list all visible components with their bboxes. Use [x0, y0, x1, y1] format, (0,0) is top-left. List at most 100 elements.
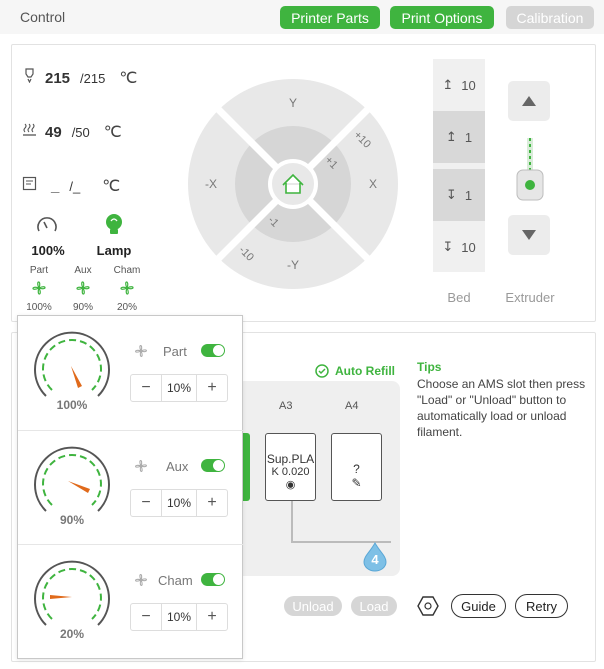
increment-button[interactable]: +: [197, 608, 227, 626]
load-button[interactable]: Load: [351, 596, 397, 616]
home-button[interactable]: [268, 159, 318, 209]
gauge-needle: [50, 595, 72, 599]
slot-a3-name: Sup.PLA: [266, 452, 315, 466]
ams-feed-line-vertical: [291, 501, 293, 543]
chamber-icon: [22, 176, 37, 195]
slot-a4-badge: A4: [345, 400, 358, 412]
triangle-down-icon: [522, 230, 536, 240]
jog-y-minus[interactable]: -Y: [287, 258, 299, 272]
fan-icon: [132, 342, 150, 365]
bed-step-column: ↥ 10 ↥ 1 ↧ 1 ↧ 10: [433, 59, 485, 272]
fan-summary-part-label: Part: [29, 265, 49, 276]
chamber-target[interactable]: /_: [69, 179, 80, 194]
bed-step-label: 1: [464, 129, 473, 145]
cham-fan-value[interactable]: 10%: [161, 604, 197, 630]
jog-x-plus[interactable]: X: [369, 177, 377, 191]
cham-fan-name: Cham: [158, 573, 193, 588]
decrement-button[interactable]: −: [131, 379, 161, 397]
bed-down-10-button[interactable]: ↧ 10: [433, 221, 485, 273]
part-fan-stepper[interactable]: − 10% +: [130, 374, 228, 402]
increment-button[interactable]: +: [197, 379, 227, 397]
chamber-current: _: [51, 178, 60, 195]
jog-y-plus[interactable]: Y: [289, 96, 297, 110]
eye-icon[interactable]: ◉: [266, 478, 315, 491]
extruder-down-button[interactable]: [508, 215, 550, 255]
extruder-up-button[interactable]: [508, 81, 550, 121]
speed-value: 100%: [31, 243, 65, 258]
triangle-up-icon: [522, 96, 536, 106]
fan-aux-icon[interactable]: [73, 278, 93, 303]
nozzle-icon: [22, 68, 37, 87]
part-fan-toggle[interactable]: [201, 344, 225, 357]
fan-summary-cham-value: 20%: [116, 302, 137, 313]
decrement-button[interactable]: −: [131, 608, 161, 626]
fan-part-icon[interactable]: [29, 278, 49, 303]
edit-icon[interactable]: ✎: [332, 476, 381, 490]
gauge-needle: [71, 366, 82, 388]
ams-settings-icon[interactable]: [415, 594, 441, 625]
decrement-button[interactable]: −: [131, 494, 161, 512]
speedometer-icon[interactable]: [36, 216, 58, 239]
bed-up-1-button[interactable]: ↥ 1: [433, 111, 485, 163]
guide-button[interactable]: Guide: [451, 594, 506, 618]
chamber-unit: ℃: [102, 178, 121, 195]
bed-temp-row: 49 /50 ℃: [22, 122, 122, 142]
lamp-label: Lamp: [96, 243, 132, 258]
slot-a3-id: A3: [279, 400, 293, 412]
unload-button[interactable]: Unload: [284, 596, 342, 616]
arrow-up-icon: ↥: [445, 129, 457, 144]
fan-row-aux: 90% Aux − 10% +: [18, 430, 244, 544]
cham-fan-stepper[interactable]: − 10% +: [130, 603, 228, 631]
tips-body: Choose an AMS slot then press "Load" or …: [417, 377, 586, 439]
printer-parts-button[interactable]: Printer Parts: [280, 6, 380, 29]
bed-label: Bed: [447, 290, 471, 305]
ams-badge-number: 4: [371, 552, 379, 567]
aux-fan-stepper[interactable]: − 10% +: [130, 489, 228, 517]
arrow-down-icon: ↧: [445, 187, 457, 202]
fan-control-popup: 100% Part − 10% + 90% Aux − 10% + 20% Ch…: [17, 315, 244, 659]
slot-a3-k: K 0.020: [271, 466, 310, 478]
jog-wheel[interactable]: Y -Y X -X +10 -10 +1 -1: [187, 78, 399, 290]
jog-x-minus[interactable]: -X: [205, 177, 217, 191]
slot-a4-id: A4: [345, 400, 359, 412]
fan-cham-icon[interactable]: [117, 278, 137, 303]
nozzle-temp-row: 215 /215 ℃: [22, 68, 137, 88]
bed-target[interactable]: /50: [72, 125, 90, 140]
ams-slot-a4[interactable]: ? ✎: [331, 433, 382, 501]
fan-row-cham: 20% Cham − 10% +: [18, 544, 244, 658]
print-options-button[interactable]: Print Options: [390, 6, 494, 29]
heatbed-icon: [22, 122, 37, 141]
bed-unit: ℃: [103, 124, 122, 141]
bed-down-1-button[interactable]: ↧ 1: [433, 169, 485, 221]
increment-button[interactable]: +: [197, 494, 227, 512]
nozzle-target[interactable]: /215: [80, 71, 105, 86]
fan-icon: [132, 571, 150, 594]
gauge-needle: [68, 481, 90, 493]
ams-slot-a3[interactable]: Sup.PLA K 0.020 ◉: [265, 433, 316, 501]
cham-fan-gauge-value: 20%: [59, 627, 85, 641]
fan-row-part: 100% Part − 10% +: [18, 316, 244, 430]
auto-refill-label[interactable]: Auto Refill: [335, 364, 395, 378]
aux-fan-toggle[interactable]: [201, 459, 225, 472]
nozzle-current: 215: [45, 70, 71, 87]
part-fan-value[interactable]: 10%: [161, 375, 197, 401]
ams-badge-icon: 4: [362, 541, 388, 577]
lamp-icon[interactable]: [103, 213, 125, 242]
extruder-graphic: [514, 138, 546, 209]
arrow-down-icon: ↧: [442, 239, 454, 254]
retry-button[interactable]: Retry: [515, 594, 568, 618]
calibration-button[interactable]: Calibration: [506, 6, 594, 29]
fan-icon: [132, 457, 150, 480]
slot-a3-badge: A3: [279, 400, 292, 412]
cham-fan-toggle[interactable]: [201, 573, 225, 586]
aux-fan-value[interactable]: 10%: [161, 490, 197, 516]
part-fan-gauge-value: 100%: [56, 398, 88, 412]
control-header: Control Printer Parts Print Options Cali…: [0, 0, 604, 34]
bed-current: 49: [45, 124, 62, 141]
chamber-temp-row: _ /_ ℃: [22, 176, 120, 196]
fan-summary-cham-label: Cham: [113, 265, 141, 276]
bed-step-label: 10: [461, 77, 476, 93]
aux-fan-name: Aux: [166, 459, 189, 474]
bed-up-10-button[interactable]: ↥ 10: [433, 59, 485, 111]
extruder-label: Extruder: [505, 290, 555, 305]
